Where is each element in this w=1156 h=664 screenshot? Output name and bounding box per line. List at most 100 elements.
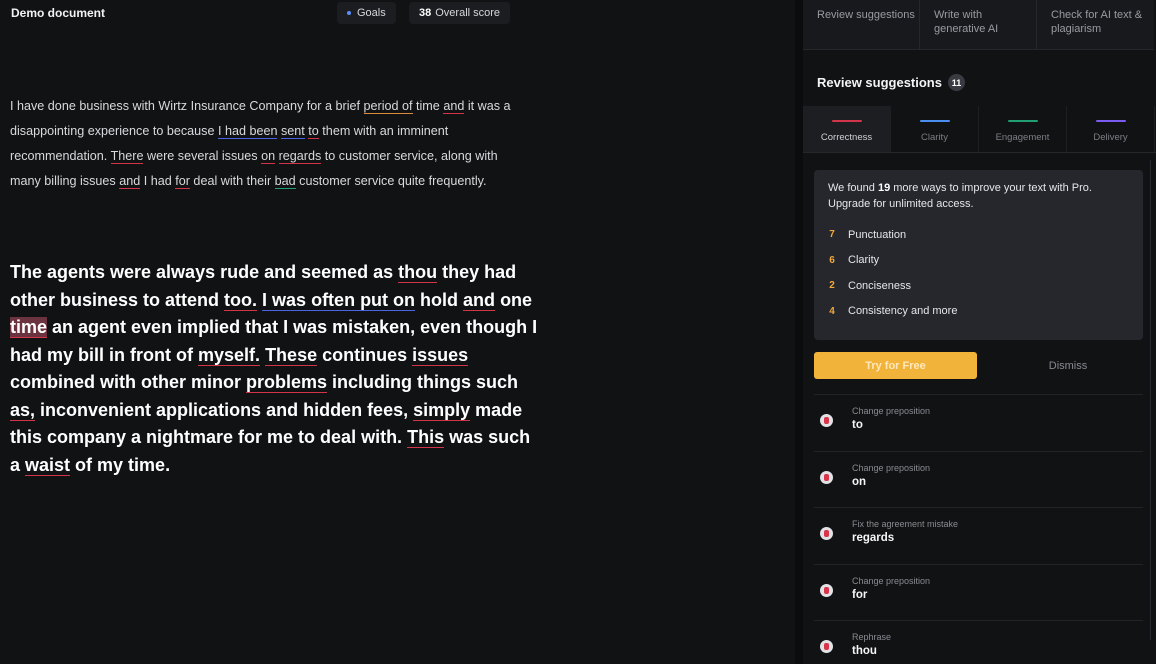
assistant-panel: Review suggestions Write with generative… <box>803 0 1156 664</box>
flagged-word[interactable]: problems <box>246 372 328 393</box>
promo-item: 4 Consistency and more <box>828 299 1129 325</box>
suggestion-word: for <box>852 588 868 601</box>
correctness-alert-icon <box>820 527 833 540</box>
category-color-bar <box>831 120 862 122</box>
try-for-free-button[interactable]: Try for Free <box>814 352 977 379</box>
review-suggestions-header: Review suggestions 11 <box>817 74 965 91</box>
flagged-word[interactable]: period of <box>363 99 413 114</box>
suggestion-card[interactable]: Fix the agreement mistake regards <box>814 507 1143 564</box>
flagged-word[interactable]: I was often put on <box>262 289 416 311</box>
suggestion-list: Change preposition to Change preposition on… <box>814 394 1143 664</box>
flagged-word[interactable]: This <box>407 427 445 448</box>
suggestion-word: regards <box>852 532 895 544</box>
suggestion-type: Fix the agreement mistake <box>852 519 959 529</box>
flagged-word[interactable]: as, <box>10 399 36 421</box>
category-tabs: Correctness Clarity Engagement Delivery <box>803 106 1156 153</box>
promo-item-count: 6 <box>829 254 835 266</box>
suggestion-type: Change preposition <box>852 406 931 416</box>
promo-item: 2 Conciseness <box>828 273 1129 299</box>
category-color-bar <box>919 120 950 122</box>
promo-item-label: Consistency and more <box>848 305 958 318</box>
suggestion-card[interactable]: Change preposition on <box>814 450 1143 508</box>
text-run: combined with other minor <box>10 372 247 392</box>
goals-icon <box>347 11 351 15</box>
upgrade-promo-card: We found 19 more ways to improve your te… <box>814 170 1143 340</box>
score-label: Overall score <box>435 7 501 19</box>
tab-review-suggestions[interactable]: Review suggestions <box>803 0 920 50</box>
flagged-word[interactable]: myself. <box>198 344 261 366</box>
overall-score-button[interactable]: 38 Overall score <box>409 2 511 24</box>
flagged-word[interactable]: waist <box>25 454 71 476</box>
flagged-word[interactable]: on <box>261 149 276 164</box>
suggestion-card[interactable]: Change preposition for <box>814 563 1143 621</box>
category-label: Engagement <box>995 132 1050 143</box>
flagged-word[interactable]: I had been <box>217 124 278 139</box>
promo-item-label: Punctuation <box>848 228 907 241</box>
paragraph-1[interactable]: I have done business with Wirtz Insuranc… <box>10 94 530 194</box>
tab-delivery[interactable]: Delivery <box>1067 106 1155 152</box>
editor-area: Demo document Goals 38 Overall score I h… <box>0 0 795 664</box>
text-run: The agents were always rude and seemed a… <box>10 262 399 282</box>
app-window: Demo document Goals 38 Overall score I h… <box>0 0 1156 664</box>
flagged-word[interactable]: simply <box>413 399 471 421</box>
flagged-word[interactable]: too. <box>224 289 258 311</box>
flagged-word[interactable]: bad <box>274 174 296 189</box>
text-run: one <box>495 289 533 310</box>
document-title[interactable]: Demo document <box>11 6 105 20</box>
flagged-word[interactable]: There <box>110 149 144 164</box>
promo-text-pre: We found <box>828 182 878 194</box>
scrollbar-track[interactable] <box>1150 160 1151 640</box>
panel-divider <box>795 0 803 664</box>
dismiss-button[interactable]: Dismiss <box>993 352 1143 379</box>
category-color-bar <box>1007 120 1038 122</box>
text-run: were several issues <box>143 149 262 163</box>
category-label: Delivery <box>1093 132 1128 143</box>
flagged-word[interactable]: thou <box>398 262 438 283</box>
flagged-word[interactable]: These <box>265 344 318 366</box>
tab-clarity[interactable]: Clarity <box>891 106 979 152</box>
flagged-word[interactable]: and <box>463 289 496 311</box>
text-run: inconvenient applications and hidden fee… <box>35 399 414 420</box>
flagged-word[interactable]: and <box>119 174 141 189</box>
flagged-word[interactable]: and <box>443 99 465 114</box>
text-run: I had <box>140 174 176 188</box>
tab-engagement[interactable]: Engagement <box>979 106 1067 152</box>
suggestion-card[interactable]: Rephrase thou <box>814 620 1143 664</box>
promo-item-count: 7 <box>829 229 835 241</box>
text-run: time <box>412 99 444 113</box>
promo-item-label: Clarity <box>848 254 880 267</box>
flagged-word[interactable]: to <box>308 124 319 139</box>
text-run: of my time. <box>70 454 171 475</box>
score-value: 38 <box>419 7 432 19</box>
tab-ai-plagiarism-check[interactable]: Check for AI text & plagiarism <box>1037 0 1154 50</box>
flagged-word[interactable]: time <box>10 317 48 338</box>
goals-button[interactable]: Goals <box>337 2 396 24</box>
promo-item: 6 Clarity <box>828 248 1129 274</box>
flagged-word[interactable]: for <box>175 174 190 189</box>
goals-label: Goals <box>357 7 386 19</box>
category-label: Correctness <box>820 132 873 143</box>
tab-correctness[interactable]: Correctness <box>803 106 891 152</box>
mode-tabs: Review suggestions Write with generative… <box>803 0 1156 50</box>
suggestion-type: Change preposition <box>852 462 931 473</box>
flagged-word[interactable]: issues <box>412 344 469 366</box>
promo-count: 19 <box>877 182 891 194</box>
paragraph-2[interactable]: The agents were always rude and seemed a… <box>10 259 540 479</box>
suggestion-count-badge: 11 <box>947 74 965 91</box>
correctness-alert-icon <box>820 640 833 653</box>
suggestion-card[interactable]: Change preposition to <box>814 394 1143 451</box>
promo-item-label: Conciseness <box>848 279 911 292</box>
text-run: customer service quite frequently. <box>295 174 487 188</box>
flagged-word[interactable]: regards <box>278 149 322 164</box>
flagged-word[interactable]: sent <box>280 124 305 139</box>
suggestion-type: Rephrase <box>852 632 892 642</box>
category-label: Clarity <box>921 132 948 143</box>
text-run: continues <box>317 344 413 365</box>
tab-generative-ai[interactable]: Write with generative AI <box>920 0 1037 50</box>
promo-items: 7 Punctuation 6 Clarity 2 Conciseness 4 Consist… <box>828 222 1129 324</box>
text-run: I have done business with Wirtz Insuranc… <box>10 99 364 113</box>
correctness-alert-icon <box>820 414 833 427</box>
promo-text: We found 19 more ways to improve your te… <box>828 180 1129 212</box>
promo-item-count: 4 <box>829 305 835 317</box>
text-run: hold <box>415 289 464 310</box>
